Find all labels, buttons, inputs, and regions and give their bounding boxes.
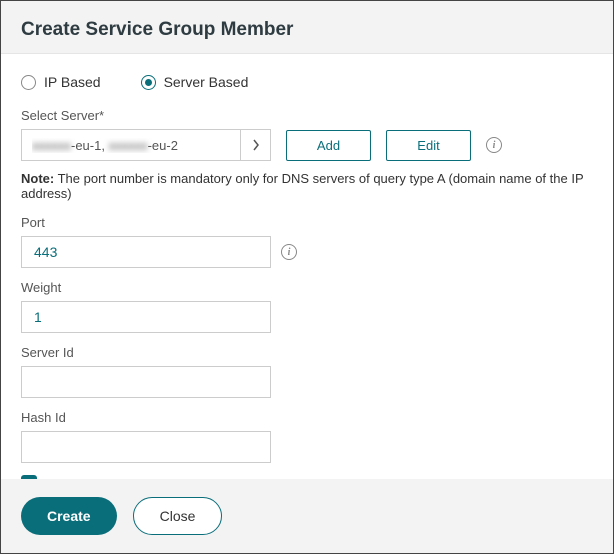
dialog-window: Create Service Group Member IP Based Ser… (0, 0, 614, 554)
hash-id-input[interactable] (21, 431, 271, 463)
chevron-right-icon (240, 129, 270, 161)
weight-field: Weight (21, 280, 593, 333)
dialog-content: IP Based Server Based Select Server* xxx… (1, 54, 613, 479)
port-label: Port (21, 215, 593, 230)
add-button[interactable]: Add (286, 130, 371, 161)
basis-radio-group: IP Based Server Based (21, 74, 593, 90)
create-button[interactable]: Create (21, 497, 117, 535)
dialog-title: Create Service Group Member (21, 19, 593, 41)
note-text: Note: The port number is mandatory only … (21, 171, 593, 201)
radio-circle-icon (21, 75, 36, 90)
radio-dot-icon (145, 79, 152, 86)
port-input[interactable] (21, 236, 271, 268)
hash-id-field: Hash Id (21, 410, 593, 463)
note-body: The port number is mandatory only for DN… (21, 171, 583, 201)
server-select[interactable]: xxxxxx-eu-1, xxxxxx-eu-2 (21, 129, 271, 161)
close-button[interactable]: Close (133, 497, 223, 535)
select-server-label: Select Server* (21, 108, 593, 123)
weight-input[interactable] (21, 301, 271, 333)
server-select-value: xxxxxx-eu-1, xxxxxx-eu-2 (32, 138, 178, 153)
radio-server-label: Server Based (164, 74, 249, 90)
hash-id-label: Hash Id (21, 410, 593, 425)
weight-label: Weight (21, 280, 593, 295)
note-label: Note: (21, 171, 54, 186)
radio-ip-label: IP Based (44, 74, 101, 90)
radio-circle-icon (141, 75, 156, 90)
dialog-footer: Create Close (1, 479, 613, 553)
radio-server-based[interactable]: Server Based (141, 74, 249, 90)
edit-button[interactable]: Edit (386, 130, 471, 161)
dialog-header: Create Service Group Member (1, 1, 613, 54)
server-id-label: Server Id (21, 345, 593, 360)
info-icon[interactable]: i (486, 137, 502, 153)
info-icon[interactable]: i (281, 244, 297, 260)
radio-ip-based[interactable]: IP Based (21, 74, 101, 90)
select-server-row: xxxxxx-eu-1, xxxxxx-eu-2 Add Edit i (21, 129, 593, 161)
server-id-field: Server Id (21, 345, 593, 398)
port-field: Port i (21, 215, 593, 268)
server-id-input[interactable] (21, 366, 271, 398)
